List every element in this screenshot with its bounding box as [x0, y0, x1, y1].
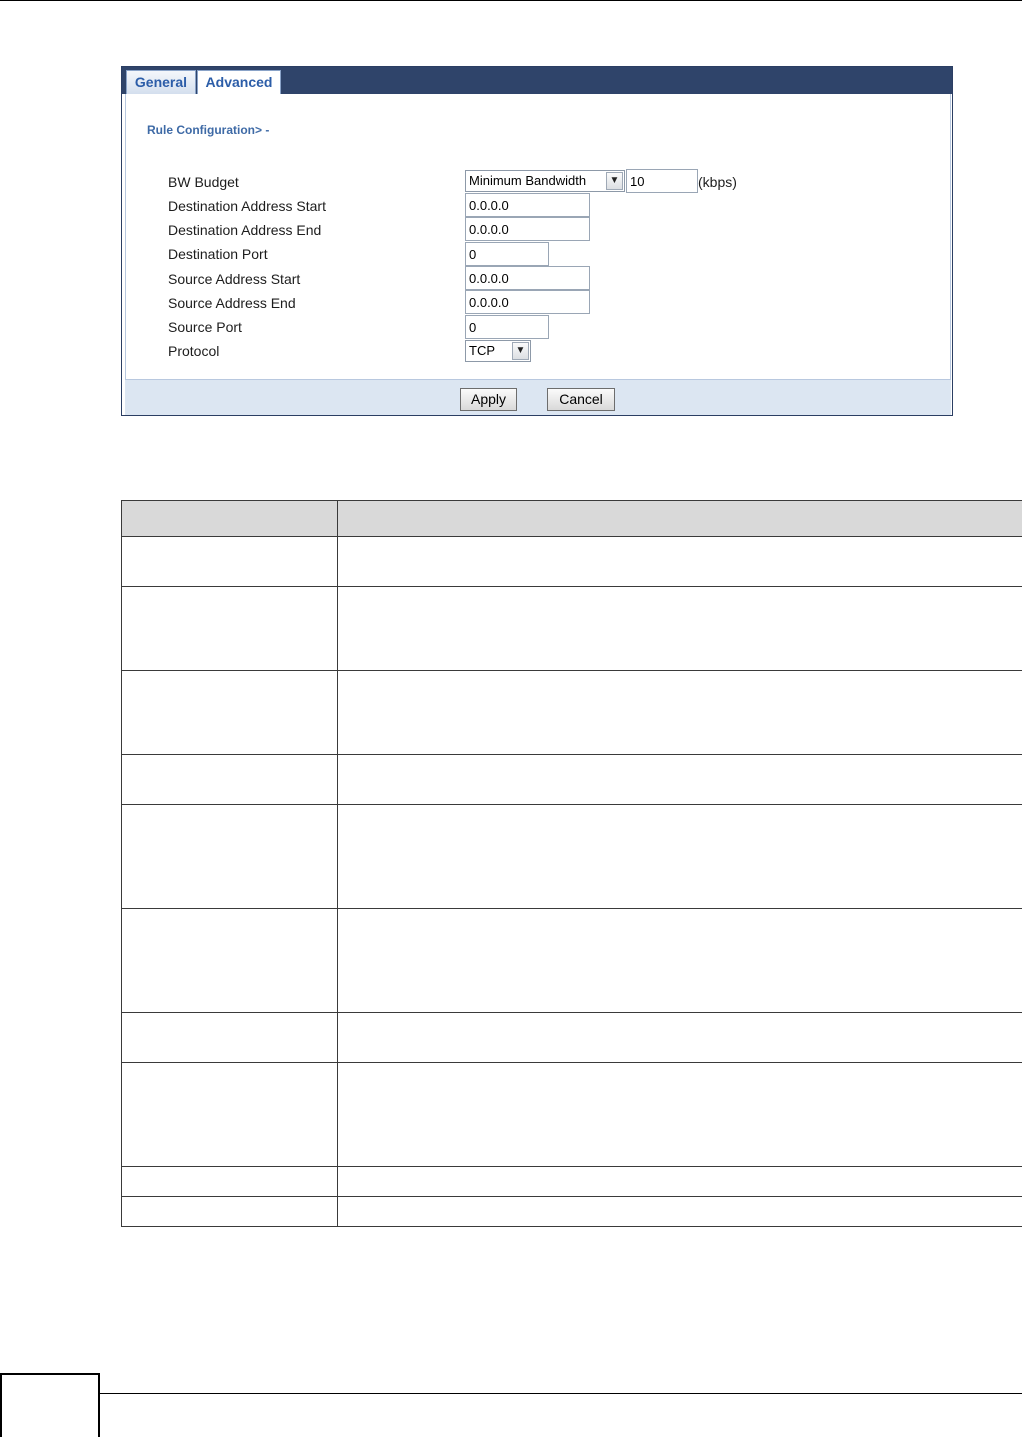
dest-port-input[interactable]	[465, 242, 549, 266]
table-cell	[337, 1012, 1022, 1063]
table-cell	[121, 804, 338, 909]
content-area: Rule Configuration> - BW Budget Minimum …	[125, 94, 951, 379]
table-cell	[121, 1196, 338, 1227]
protocol-label: Protocol	[168, 343, 220, 359]
table-row	[121, 670, 1022, 755]
table-cell	[337, 804, 1022, 909]
table-cell	[337, 1196, 1022, 1227]
chevron-down-icon: ▼	[512, 342, 529, 360]
tab-bar: General Advanced	[122, 67, 952, 96]
table-row	[121, 536, 1022, 587]
table-row	[121, 1166, 1022, 1197]
apply-button[interactable]: Apply	[460, 388, 517, 411]
table-row	[121, 1012, 1022, 1063]
table-header-cell	[121, 500, 338, 537]
tab-advanced[interactable]: Advanced	[197, 70, 281, 96]
table-cell	[121, 908, 338, 1013]
table-header-row	[121, 500, 1022, 537]
table-row	[121, 754, 1022, 805]
table-cell	[337, 536, 1022, 587]
table-cell	[121, 1062, 338, 1167]
table-row	[121, 804, 1022, 909]
dest-port-label: Destination Port	[168, 246, 268, 262]
field-description-table	[121, 500, 1022, 1227]
page-number-box	[0, 1373, 100, 1437]
table-cell	[337, 586, 1022, 671]
bw-budget-mode-value: Minimum Bandwidth	[469, 173, 587, 188]
protocol-value: TCP	[469, 343, 495, 358]
table-cell	[121, 536, 338, 587]
dest-address-start-input[interactable]	[465, 193, 590, 217]
table-header-cell	[337, 500, 1022, 537]
table-row	[121, 586, 1022, 671]
page-footer-rule	[100, 1393, 1022, 1394]
table-cell	[337, 670, 1022, 755]
cancel-button[interactable]: Cancel	[547, 388, 615, 411]
table-cell	[121, 754, 338, 805]
dest-address-end-label: Destination Address End	[168, 222, 322, 238]
page-header-rule	[0, 0, 1022, 1]
dest-address-end-input[interactable]	[465, 217, 590, 241]
src-address-start-label: Source Address Start	[168, 271, 301, 287]
table-row	[121, 1062, 1022, 1167]
src-address-end-input[interactable]	[465, 290, 590, 314]
rule-config-window: General Advanced Rule Configuration> - B…	[121, 66, 953, 416]
src-address-end-label: Source Address End	[168, 295, 296, 311]
table-cell	[337, 1166, 1022, 1197]
table-cell	[121, 586, 338, 671]
bw-budget-value-input[interactable]	[626, 169, 698, 193]
chevron-down-icon: ▼	[606, 172, 623, 190]
bw-budget-mode-select[interactable]: Minimum Bandwidth ▼	[465, 170, 625, 192]
table-cell	[121, 1012, 338, 1063]
src-address-start-input[interactable]	[465, 266, 590, 290]
protocol-select[interactable]: TCP ▼	[465, 340, 531, 362]
table-row	[121, 1196, 1022, 1227]
bw-budget-label: BW Budget	[168, 174, 239, 190]
table-cell	[337, 908, 1022, 1013]
table-cell	[337, 754, 1022, 805]
button-bar: Apply Cancel	[125, 379, 951, 415]
table-row	[121, 908, 1022, 1013]
dest-address-start-label: Destination Address Start	[168, 198, 326, 214]
table-cell	[337, 1062, 1022, 1167]
src-port-label: Source Port	[168, 319, 242, 335]
table-cell	[121, 670, 338, 755]
src-port-input[interactable]	[465, 315, 549, 339]
section-title: Rule Configuration> -	[147, 123, 270, 137]
bw-budget-unit: (kbps)	[698, 174, 737, 190]
tab-general[interactable]: General	[126, 70, 196, 94]
table-cell	[121, 1166, 338, 1197]
